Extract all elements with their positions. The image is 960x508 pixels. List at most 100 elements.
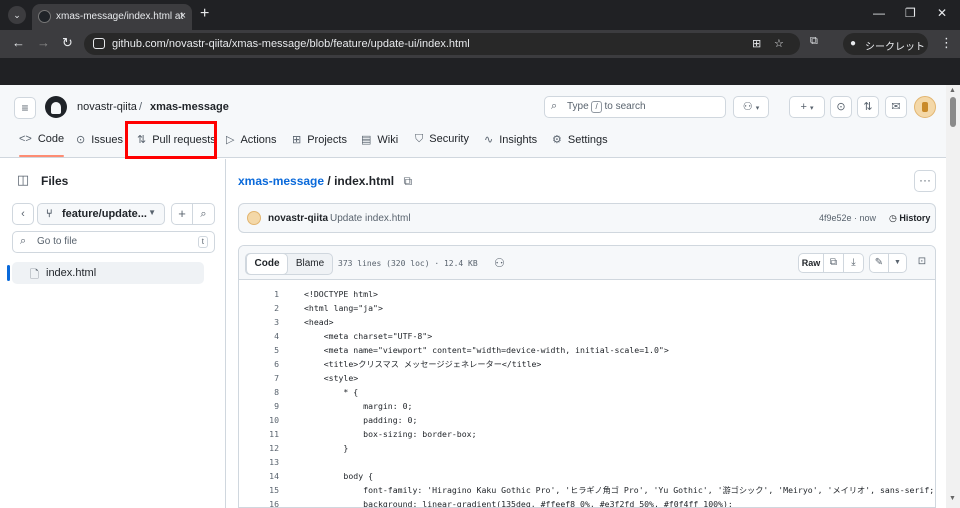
table-icon: ⊞: [292, 134, 302, 146]
close-window-icon[interactable]: ✕: [937, 6, 947, 20]
incognito-label: シークレット: [865, 42, 925, 53]
tab-search-chevron-icon[interactable]: ⌄: [8, 6, 26, 24]
browser-tab[interactable]: xmas-message/index.html at ×: [32, 4, 192, 30]
history-button[interactable]: ◷ History: [889, 213, 930, 224]
issues-icon[interactable]: ⊙: [830, 96, 852, 118]
inbox-icon[interactable]: ✉: [885, 96, 907, 118]
bookmark-star-icon[interactable]: ☆: [774, 37, 784, 50]
tab-blame-view[interactable]: Blame: [288, 254, 332, 274]
tab-issues[interactable]: ⊙ Issues: [76, 133, 123, 150]
browser-toolbar: ← → ↻ github.com/novastr-qiita/xmas-mess…: [0, 30, 960, 58]
line-number[interactable]: 4: [239, 329, 279, 343]
tab-actions-label: Actions: [240, 134, 277, 146]
copy-path-icon[interactable]: ⧉: [403, 174, 412, 188]
chevron-left-icon[interactable]: ‹: [12, 203, 34, 225]
tab-security[interactable]: ⛉ Security: [415, 133, 469, 150]
chevron-down-icon: ▾: [809, 105, 814, 112]
scrollbar-thumb[interactable]: [950, 97, 956, 127]
chevron-down-icon: ▼: [148, 208, 156, 217]
file-tree-sidebar: ◫ Files ‹ ⑂ feature/update... ▼ + ⌕ ⌕ Go…: [0, 159, 226, 508]
restore-icon[interactable]: ❐: [905, 6, 916, 20]
scroll-up-icon[interactable]: ▲: [949, 87, 956, 94]
breadcrumb-repo[interactable]: xmas-message: [150, 101, 229, 113]
commit-author-avatar[interactable]: [247, 211, 261, 225]
new-tab-button[interactable]: +: [200, 5, 209, 23]
line-number[interactable]: 13: [239, 455, 279, 469]
line-number[interactable]: 3: [239, 315, 279, 329]
add-file-button[interactable]: +: [171, 203, 193, 225]
sidebar-collapse-icon[interactable]: ◫: [12, 169, 34, 191]
branch-selector[interactable]: ⑂ feature/update... ▼: [37, 203, 165, 225]
chevron-down-icon: ▾: [755, 105, 760, 112]
tab-code-view[interactable]: Code: [246, 253, 288, 275]
commit-hash[interactable]: 4f9e52e · now: [819, 213, 876, 223]
page-scrollbar[interactable]: ▲ ▼: [946, 85, 960, 508]
line-number[interactable]: 1: [239, 287, 279, 301]
commit-message[interactable]: Update index.html: [330, 213, 411, 224]
edit-pencil-icon[interactable]: ✎: [869, 253, 889, 273]
file-path-repo-link[interactable]: xmas-message: [238, 174, 324, 188]
search-placeholder-type: Type: [567, 101, 589, 112]
symbols-panel-icon[interactable]: ⊡: [913, 253, 931, 273]
minimize-icon[interactable]: —: [873, 6, 885, 20]
tab-insights[interactable]: ∿ Insights: [484, 133, 537, 150]
hamburger-menu-icon[interactable]: ≡: [14, 97, 36, 119]
line-number[interactable]: 15: [239, 483, 279, 497]
copy-icon[interactable]: ⧉: [824, 253, 844, 273]
close-tab-icon[interactable]: ×: [180, 10, 186, 22]
address-bar[interactable]: github.com/novastr-qiita/xmas-message/bl…: [84, 33, 800, 55]
tab-wiki[interactable]: ▤ Wiki: [361, 133, 398, 150]
tab-actions[interactable]: ▷ Actions: [226, 133, 277, 150]
breadcrumb-owner[interactable]: novastr-qiita: [77, 101, 137, 113]
raw-button[interactable]: Raw: [798, 253, 824, 273]
line-number[interactable]: 14: [239, 469, 279, 483]
more-options-icon[interactable]: ···: [914, 170, 936, 192]
search-input[interactable]: ⌕ Type / to search: [544, 96, 726, 118]
create-new-button[interactable]: + ▾: [789, 96, 825, 118]
line-text: <!DOCTYPE html>: [304, 289, 378, 299]
tab-projects[interactable]: ⊞ Projects: [292, 133, 347, 150]
line-number[interactable]: 12: [239, 441, 279, 455]
search-icon[interactable]: ⌕: [193, 203, 215, 225]
line-text: background: linear-gradient(135deg, #ffe…: [304, 499, 733, 508]
line-text: <meta name="viewport" content="width=dev…: [304, 345, 669, 355]
line-number[interactable]: 8: [239, 385, 279, 399]
github-favicon-icon: [38, 10, 51, 23]
issue-icon: ⊙: [76, 134, 86, 146]
pull-requests-icon[interactable]: ⇅: [857, 96, 879, 118]
translate-icon[interactable]: ⊞: [752, 37, 761, 50]
play-icon: ▷: [226, 134, 235, 146]
search-icon: ⌕: [551, 100, 558, 112]
line-number[interactable]: 5: [239, 343, 279, 357]
go-to-file-input[interactable]: ⌕ Go to file t: [12, 231, 215, 253]
user-avatar[interactable]: [914, 96, 936, 118]
scroll-down-icon[interactable]: ▼: [949, 495, 956, 502]
code-line: 13: [239, 455, 935, 469]
tab-code[interactable]: <> Code: [19, 133, 65, 157]
commit-author[interactable]: novastr-qiita: [268, 213, 328, 224]
back-arrow-icon[interactable]: ←: [12, 35, 25, 50]
line-number[interactable]: 6: [239, 357, 279, 371]
line-number[interactable]: 11: [239, 427, 279, 441]
code-line: 16 background: linear-gradient(135deg, #…: [239, 497, 935, 508]
site-info-icon[interactable]: [93, 38, 105, 49]
extension-icon[interactable]: ⧉: [810, 35, 818, 48]
copilot-menu-button[interactable]: ⚇ ▾: [733, 96, 769, 118]
reload-icon[interactable]: ↻: [62, 35, 73, 51]
tab-settings[interactable]: ⚙ Settings: [552, 133, 608, 150]
line-number[interactable]: 2: [239, 301, 279, 315]
chevron-down-icon[interactable]: ▼: [889, 253, 907, 273]
incognito-badge[interactable]: ● シークレット: [843, 33, 928, 55]
code-line: 10 padding: 0;: [239, 413, 935, 427]
file-tree-item[interactable]: 🗋 index.html: [7, 262, 204, 284]
line-number[interactable]: 7: [239, 371, 279, 385]
copilot-icon[interactable]: ⚇: [494, 256, 505, 270]
code-line: 14 body {: [239, 469, 935, 483]
github-logo-icon[interactable]: [45, 96, 67, 118]
browser-menu-icon[interactable]: ⋮: [940, 35, 953, 51]
line-number[interactable]: 10: [239, 413, 279, 427]
forward-arrow-icon[interactable]: →: [37, 35, 50, 50]
line-number[interactable]: 16: [239, 497, 279, 507]
download-icon[interactable]: ⤓: [844, 253, 864, 273]
line-number[interactable]: 9: [239, 399, 279, 413]
